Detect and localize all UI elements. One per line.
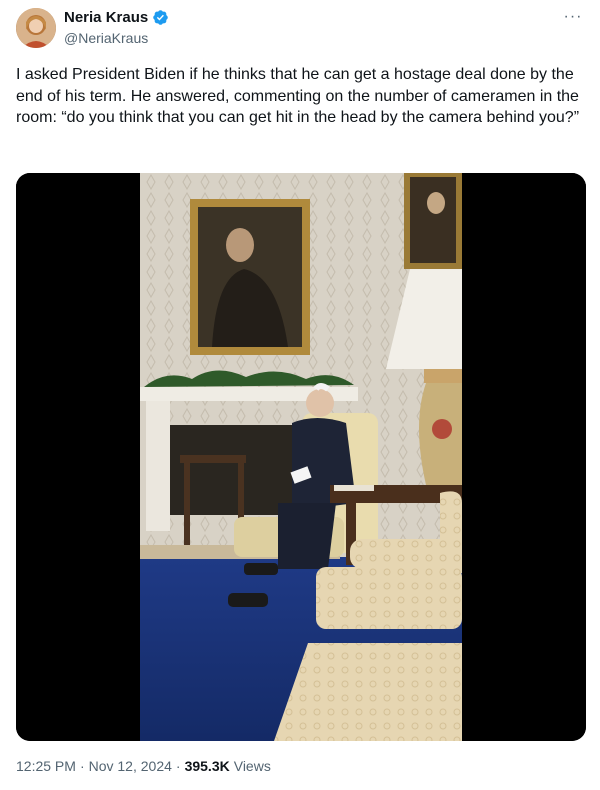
avatar-image: [16, 8, 56, 48]
views-label: Views: [233, 758, 271, 774]
author-handle[interactable]: @NeriaKraus: [64, 30, 148, 46]
views-count[interactable]: 395.3K: [185, 758, 230, 774]
tweet-time[interactable]: 12:25 PM: [16, 758, 76, 774]
oval-office-video-frame: [16, 173, 586, 741]
tweet-date[interactable]: Nov 12, 2024: [89, 758, 172, 774]
tweet-metadata: 12:25 PM · Nov 12, 2024 · 395.3K Views: [16, 758, 271, 774]
profile-avatar[interactable]: [16, 8, 56, 48]
author-display-name[interactable]: Neria Kraus: [64, 9, 148, 26]
separator: ·: [79, 758, 85, 774]
more-options-icon[interactable]: ···: [562, 6, 584, 28]
separator: ·: [175, 758, 181, 774]
tweet-text: I asked President Biden if he thinks tha…: [16, 66, 580, 126]
verified-badge-icon: [152, 9, 169, 26]
tweet-media-video[interactable]: [16, 173, 586, 741]
